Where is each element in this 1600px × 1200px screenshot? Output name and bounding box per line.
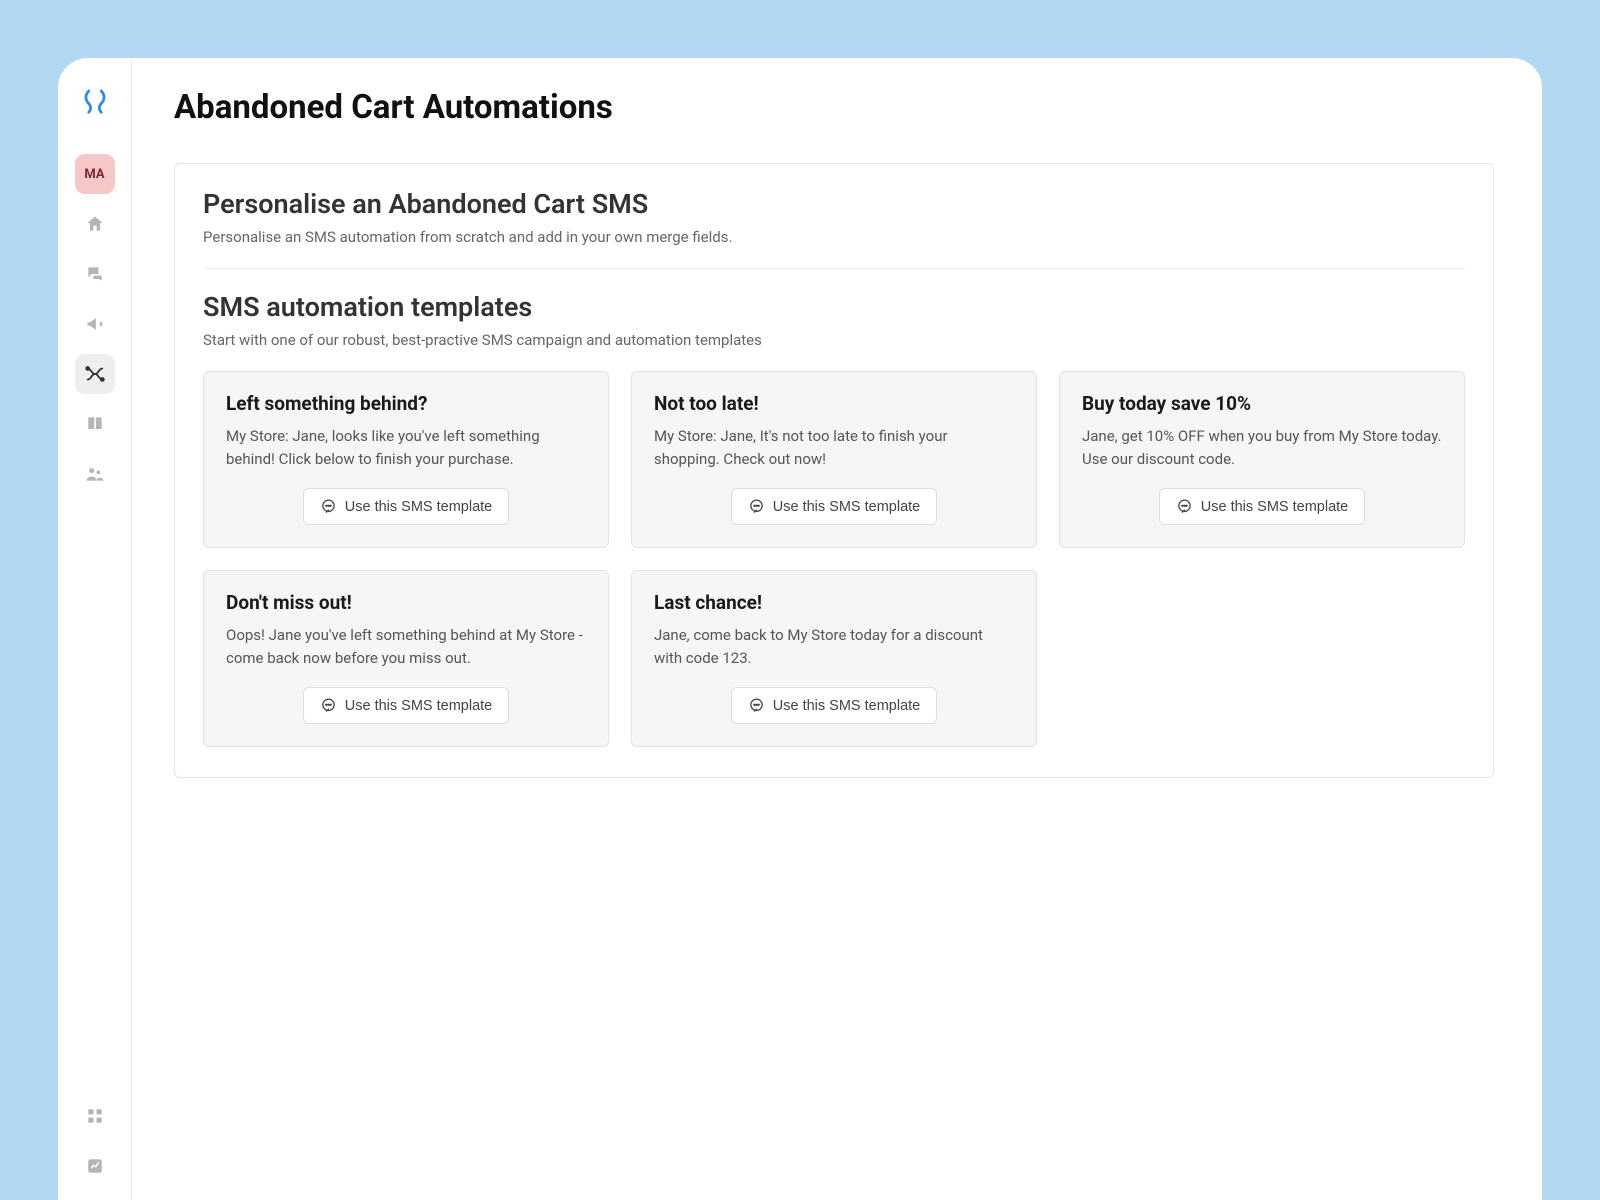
home-icon (85, 214, 105, 234)
use-template-label: Use this SMS template (773, 698, 920, 714)
template-title: Not too late! (654, 392, 1014, 415)
personalise-sub: Personalise an SMS automation from scrat… (203, 228, 1465, 246)
template-card: Don't miss out! Oops! Jane you've left so… (203, 570, 609, 747)
template-card: Not too late! My Store: Jane, It's not to… (631, 371, 1037, 548)
megaphone-icon (85, 314, 105, 334)
users-icon (85, 464, 105, 484)
template-title: Last chance! (654, 591, 1014, 614)
book-icon (85, 414, 105, 434)
use-template-button[interactable]: Use this SMS template (303, 488, 509, 525)
sidebar-item-chat[interactable] (75, 254, 115, 294)
template-body: Jane, come back to My Store today for a … (654, 624, 1014, 669)
sms-icon (748, 498, 765, 515)
use-template-button[interactable]: Use this SMS template (303, 687, 509, 724)
sidebar-item-ma[interactable]: MA (75, 154, 115, 194)
use-template-button[interactable]: Use this SMS template (731, 488, 937, 525)
main-content: Abandoned Cart Automations Personalise a… (132, 58, 1542, 1200)
sms-icon (320, 498, 337, 515)
template-body: My Store: Jane, looks like you've left s… (226, 425, 586, 470)
sms-icon (1176, 498, 1193, 515)
sidebar: MA (58, 58, 132, 1200)
templates-grid: Left something behind? My Store: Jane, lo… (203, 371, 1465, 747)
grid-icon (86, 1107, 104, 1125)
sms-icon (748, 697, 765, 714)
sidebar-item-grid[interactable] (75, 1096, 115, 1136)
use-template-button[interactable]: Use this SMS template (731, 687, 937, 724)
use-template-label: Use this SMS template (345, 499, 492, 515)
personalise-heading: Personalise an Abandoned Cart SMS (203, 188, 1465, 220)
sidebar-item-users[interactable] (75, 454, 115, 494)
sidebar-item-book[interactable] (75, 404, 115, 444)
sidebar-item-automations[interactable] (75, 354, 115, 394)
flow-icon (84, 363, 106, 385)
templates-heading: SMS automation templates (203, 291, 1465, 323)
page-title: Abandoned Cart Automations (174, 88, 1494, 127)
templates-panel: Personalise an Abandoned Cart SMS Person… (174, 163, 1494, 778)
sidebar-ma-label: MA (84, 167, 104, 182)
use-template-label: Use this SMS template (345, 698, 492, 714)
chat-icon (85, 264, 105, 284)
template-card: Left something behind? My Store: Jane, lo… (203, 371, 609, 548)
use-template-button[interactable]: Use this SMS template (1159, 488, 1365, 525)
app-window: MA (58, 58, 1542, 1200)
template-card: Last chance! Jane, come back to My Store … (631, 570, 1037, 747)
sidebar-item-home[interactable] (75, 204, 115, 244)
use-template-label: Use this SMS template (1201, 499, 1348, 515)
template-title: Left something behind? (226, 392, 586, 415)
template-title: Don't miss out! (226, 591, 586, 614)
template-body: Oops! Jane you've left something behind … (226, 624, 586, 669)
template-title: Buy today save 10% (1082, 392, 1442, 415)
template-body: Jane, get 10% OFF when you buy from My S… (1082, 425, 1442, 470)
use-template-label: Use this SMS template (773, 499, 920, 515)
panel-divider (203, 268, 1465, 269)
sidebar-item-analytics[interactable] (75, 1146, 115, 1186)
templates-sub: Start with one of our robust, best-pract… (203, 331, 1465, 349)
logo-icon (80, 86, 110, 116)
template-body: My Store: Jane, It's not too late to fin… (654, 425, 1014, 470)
sms-icon (320, 697, 337, 714)
sidebar-item-megaphone[interactable] (75, 304, 115, 344)
template-card: Buy today save 10% Jane, get 10% OFF when… (1059, 371, 1465, 548)
chart-icon (86, 1157, 104, 1175)
